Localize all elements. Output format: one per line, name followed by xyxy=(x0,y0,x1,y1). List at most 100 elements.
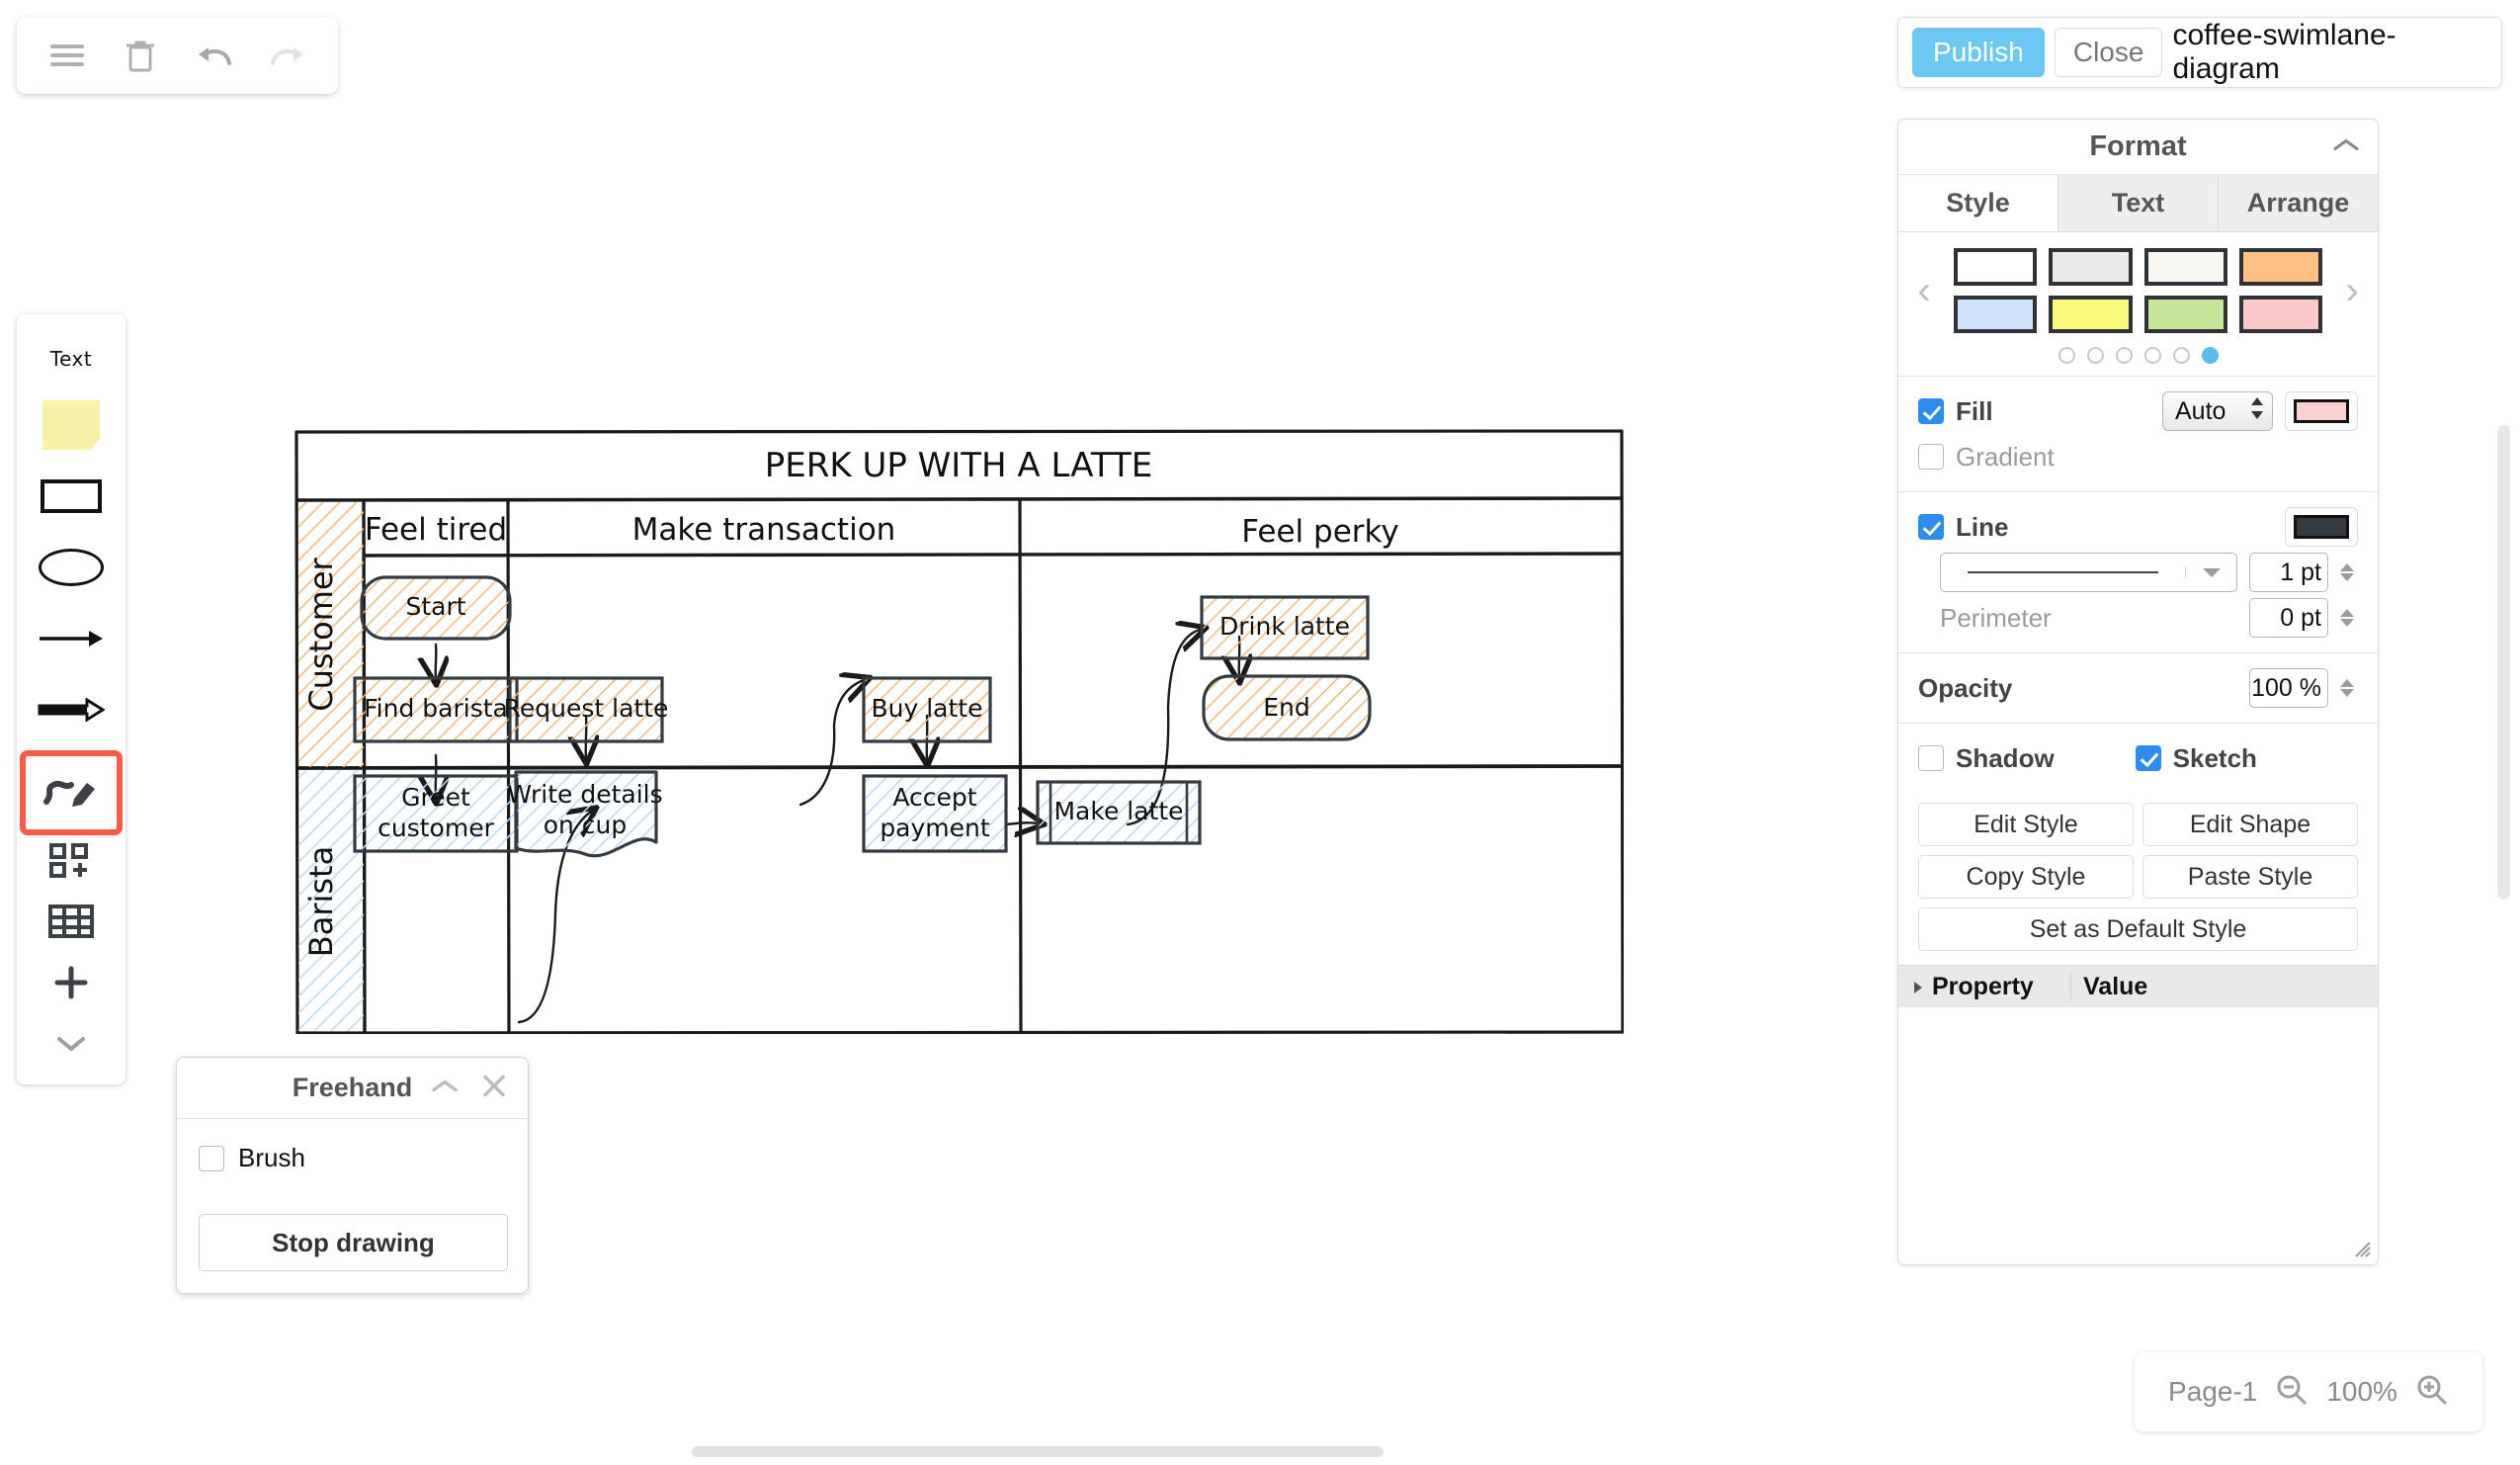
arrow-shape-tool[interactable] xyxy=(29,603,114,674)
style-swatch-3[interactable] xyxy=(2144,248,2227,286)
undo-icon[interactable] xyxy=(188,29,241,82)
swatch-page-dot-1[interactable] xyxy=(2058,347,2075,364)
stepper-icon xyxy=(2250,395,2264,428)
node-drink-latte[interactable]: Drink latte xyxy=(1202,597,1368,658)
status-bar[interactable]: Page-1 100% xyxy=(2135,1352,2482,1431)
chevron-left-icon[interactable]: ‹ xyxy=(1898,269,1950,313)
close-icon[interactable] xyxy=(482,1074,506,1102)
horizontal-scrollbar[interactable] xyxy=(692,1446,1384,1457)
thick-arrow-shape-tool[interactable] xyxy=(29,674,114,745)
node-start[interactable]: Start xyxy=(362,577,510,639)
table-tool[interactable] xyxy=(29,891,114,952)
node-greet-customer[interactable]: Greet customer xyxy=(355,776,517,851)
edit-shape-button[interactable]: Edit Shape xyxy=(2142,803,2358,846)
thick-arrow-icon xyxy=(38,698,105,722)
fill-color-button[interactable] xyxy=(2285,391,2358,431)
add-tool[interactable] xyxy=(29,952,114,1013)
shapes-plus-icon xyxy=(49,842,93,878)
line-checkbox[interactable] xyxy=(1918,514,1944,540)
node-buy-latte[interactable]: Buy latte xyxy=(864,678,990,741)
chevron-up-icon[interactable] xyxy=(2332,136,2360,157)
swatch-page-dot-2[interactable] xyxy=(2087,347,2104,364)
publish-button[interactable]: Publish xyxy=(1912,28,2045,77)
chevron-up-icon[interactable] xyxy=(431,1077,459,1098)
line-width-input[interactable]: 1 pt xyxy=(2249,553,2328,592)
resize-grip-icon[interactable] xyxy=(2350,1237,2372,1258)
node-request-latte[interactable]: Request latte xyxy=(504,678,669,741)
node-find-barista[interactable]: Find barista xyxy=(355,678,517,741)
edit-style-button[interactable]: Edit Style xyxy=(1918,803,2134,846)
effects-section: Shadow Sketch xyxy=(1898,723,2378,793)
hamburger-menu-icon[interactable] xyxy=(41,29,94,82)
set-default-style-button[interactable]: Set as Default Style xyxy=(1918,907,2358,951)
rectangle-shape-tool[interactable] xyxy=(29,461,114,532)
style-swatch-1[interactable] xyxy=(1954,248,2037,286)
line-width-stepper[interactable] xyxy=(2340,563,2358,581)
style-swatch-8[interactable] xyxy=(2239,296,2322,333)
vertical-scrollbar[interactable] xyxy=(2497,425,2510,900)
brush-checkbox[interactable] xyxy=(199,1146,224,1171)
zoom-out-icon[interactable] xyxy=(2275,1373,2309,1412)
style-action-buttons[interactable]: Edit Style Edit Shape Copy Style Paste S… xyxy=(1898,793,2378,965)
copy-style-button[interactable]: Copy Style xyxy=(1918,855,2134,899)
swatch-page-dots[interactable] xyxy=(1898,339,2378,376)
node-make-latte[interactable]: Make latte xyxy=(1038,782,1200,843)
zoom-in-icon[interactable] xyxy=(2415,1373,2449,1412)
perimeter-input[interactable]: 0 pt xyxy=(2249,598,2328,638)
tab-style[interactable]: Style xyxy=(1898,175,2058,231)
ellipse-shape-tool[interactable] xyxy=(29,532,114,603)
style-swatch-7[interactable] xyxy=(2144,296,2227,333)
expand-palette-tool[interactable] xyxy=(29,1013,114,1075)
freehand-dialog[interactable]: Freehand Brush Stop drawing xyxy=(176,1057,529,1294)
property-table[interactable]: Property Value xyxy=(1898,965,2378,1007)
table-icon xyxy=(48,905,94,938)
opacity-input[interactable]: 100 % xyxy=(2249,668,2328,708)
fill-mode-select[interactable]: Auto xyxy=(2162,391,2273,431)
line-style-select[interactable] xyxy=(1940,553,2237,592)
tab-text[interactable]: Text xyxy=(2058,175,2218,231)
swatch-page-dot-4[interactable] xyxy=(2144,347,2161,364)
node-label: Find barista xyxy=(364,694,508,723)
note-shape-tool[interactable] xyxy=(29,389,114,461)
fill-checkbox[interactable] xyxy=(1918,398,1944,424)
format-panel[interactable]: Format Style Text Arrange ‹ › Fill Auto xyxy=(1897,119,2379,1265)
close-button[interactable]: Close xyxy=(2055,28,2163,77)
style-swatch-5[interactable] xyxy=(1954,296,2037,333)
text-tool[interactable]: Text xyxy=(29,328,114,389)
phase-label-make-transaction: Make transaction xyxy=(632,512,896,548)
line-color-button[interactable] xyxy=(2285,507,2358,547)
node-accept-payment[interactable]: Accept payment xyxy=(864,776,1006,851)
gradient-checkbox[interactable] xyxy=(1918,444,1944,470)
perimeter-stepper[interactable] xyxy=(2340,609,2358,627)
swatch-page-dot-3[interactable] xyxy=(2116,347,2133,364)
node-end[interactable]: End xyxy=(1204,676,1370,739)
node-write-details-on-cup[interactable]: Write details on cup xyxy=(507,772,662,856)
fill-section: Fill Auto Gradient xyxy=(1898,376,2378,491)
chevron-right-icon[interactable]: › xyxy=(2326,269,2378,313)
sketch-checkbox[interactable] xyxy=(2136,745,2161,771)
style-swatch-6[interactable] xyxy=(2049,296,2132,333)
main-toolbar[interactable] xyxy=(17,17,338,94)
zoom-level[interactable]: 100% xyxy=(2326,1376,2397,1408)
expand-triangle-icon[interactable] xyxy=(1912,973,1924,1001)
paste-style-button[interactable]: Paste Style xyxy=(2142,855,2358,899)
shadow-checkbox[interactable] xyxy=(1918,745,1944,771)
page-label[interactable]: Page-1 xyxy=(2168,1376,2257,1408)
freehand-tool[interactable] xyxy=(26,756,117,829)
style-swatch-2[interactable] xyxy=(2049,248,2132,286)
swatch-page-dot-5[interactable] xyxy=(2173,347,2190,364)
format-tabs[interactable]: Style Text Arrange xyxy=(1898,175,2378,232)
tab-arrange[interactable]: Arrange xyxy=(2218,175,2378,231)
freehand-dialog-header: Freehand xyxy=(177,1058,528,1119)
trash-icon[interactable] xyxy=(114,29,167,82)
swatch-page-dot-6[interactable] xyxy=(2202,347,2219,364)
more-shapes-tool[interactable] xyxy=(29,829,114,891)
style-swatches[interactable]: ‹ › xyxy=(1898,232,2378,339)
swimlane-diagram[interactable]: PERK UP WITH A LATTE Customer Barista Fe… xyxy=(294,429,1624,1034)
redo-icon[interactable] xyxy=(261,29,314,82)
style-swatch-4[interactable] xyxy=(2239,248,2322,286)
shape-palette[interactable]: Text xyxy=(17,314,126,1084)
stop-drawing-button[interactable]: Stop drawing xyxy=(199,1214,508,1271)
format-panel-title: Format xyxy=(2089,130,2186,163)
opacity-stepper[interactable] xyxy=(2340,679,2358,697)
